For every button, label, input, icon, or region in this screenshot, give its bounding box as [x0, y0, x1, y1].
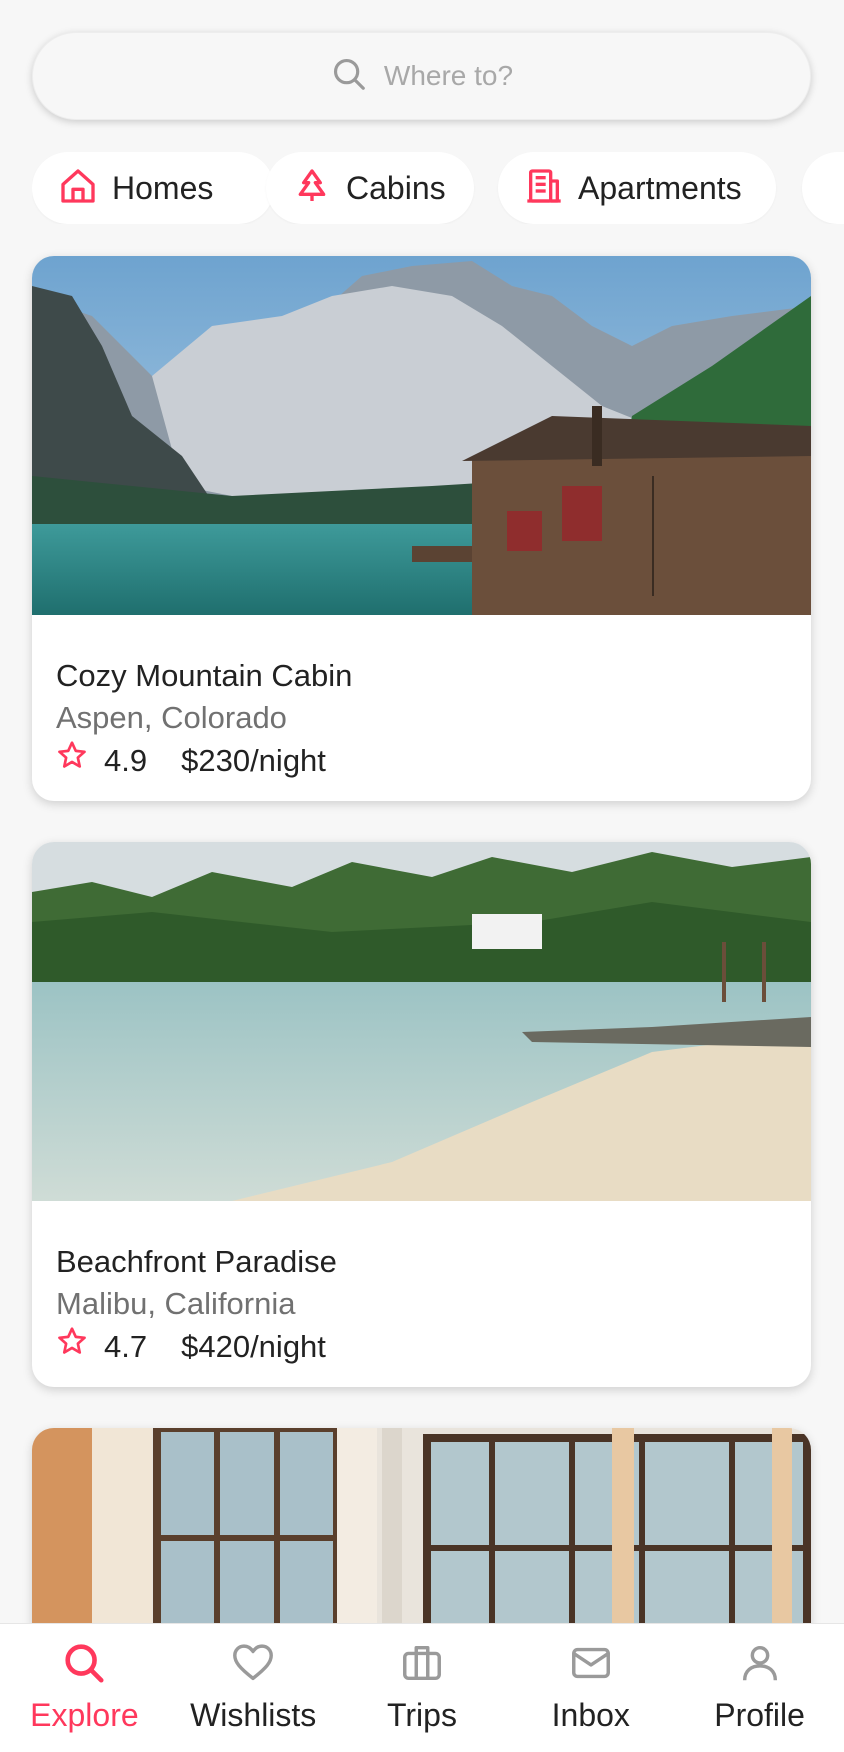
search-icon: [61, 1640, 107, 1691]
listing-meta: 4.9 $230/night: [56, 739, 787, 782]
person-icon: [737, 1640, 783, 1691]
tab-trips[interactable]: Trips: [338, 1624, 506, 1734]
tab-explore[interactable]: Explore: [0, 1624, 168, 1734]
category-label: Cabins: [346, 169, 446, 206]
listing-location: Malibu, California: [56, 1286, 296, 1321]
building-icon: [524, 166, 564, 211]
listing-rating: 4.7: [104, 1328, 148, 1364]
tab-label: Wishlists: [190, 1697, 317, 1733]
listing-price: $230/night: [181, 742, 326, 778]
star-icon: [56, 1325, 104, 1368]
tab-wishlists[interactable]: Wishlists: [169, 1624, 337, 1734]
listing-meta: 4.7 $420/night: [56, 1325, 787, 1368]
explore-screen: Where to? Homes Cabins Apartments Cozy M…: [0, 0, 844, 1752]
tab-label: Explore: [30, 1697, 139, 1733]
tab-label: Trips: [387, 1697, 457, 1733]
tab-label: Inbox: [551, 1697, 630, 1733]
tab-label: Profile: [714, 1697, 805, 1733]
listing-card[interactable]: Beachfront Paradise Malibu, California 4…: [32, 842, 811, 1387]
category-chip-more[interactable]: [802, 152, 844, 224]
category-chips: Homes Cabins Apartments: [32, 152, 844, 224]
listing-location: Aspen, Colorado: [56, 700, 287, 735]
listing-card[interactable]: Cozy Mountain Cabin Aspen, Colorado 4.9 …: [32, 256, 811, 801]
listing-price: $420/night: [181, 1328, 326, 1364]
search-bar[interactable]: Where to?: [32, 32, 811, 120]
listing-rating: 4.9: [104, 742, 148, 778]
listing-photo: [32, 842, 811, 1201]
category-chip-apartments[interactable]: Apartments: [498, 152, 776, 224]
tab-inbox[interactable]: Inbox: [507, 1624, 675, 1734]
listing-title: Cozy Mountain Cabin: [56, 658, 353, 693]
category-label: Homes: [112, 169, 214, 206]
tree-icon: [292, 166, 332, 211]
category-chip-homes[interactable]: Homes: [32, 152, 274, 224]
suitcase-icon: [399, 1640, 445, 1691]
search-placeholder: Where to?: [383, 60, 514, 91]
mail-icon: [568, 1640, 614, 1691]
home-icon: [58, 166, 98, 211]
category-chip-cabins[interactable]: Cabins: [266, 152, 474, 224]
bottom-tab-bar: Explore Wishlists Trips Inbox Profile: [0, 1623, 844, 1752]
listing-title: Beachfront Paradise: [56, 1244, 337, 1279]
star-icon: [56, 739, 104, 782]
category-label: Apartments: [578, 169, 742, 206]
listing-photo: [32, 256, 811, 615]
heart-icon: [230, 1640, 276, 1691]
search-icon: [330, 55, 368, 98]
tab-profile[interactable]: Profile: [676, 1624, 844, 1734]
